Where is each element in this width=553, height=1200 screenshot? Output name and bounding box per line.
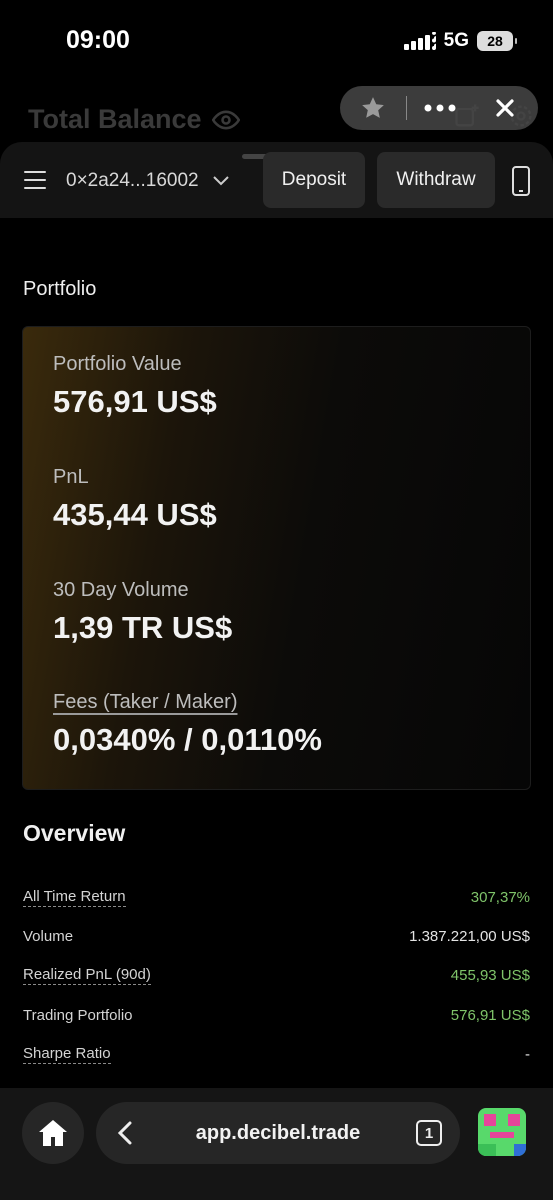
app-header: 0×2a24...16002 Deposit Withdraw <box>0 142 553 218</box>
wallet-address: 0×2a24...16002 <box>66 170 199 191</box>
stat-label: PnL <box>53 466 89 488</box>
home-button[interactable] <box>22 1102 84 1164</box>
overview-row-sharpe-ratio: Sharpe Ratio - <box>23 1041 530 1067</box>
pnl-stat: PnL 435,44 US$ <box>53 466 217 533</box>
stat-value: 435,44 US$ <box>53 497 217 532</box>
portfolio-value-stat: Portfolio Value 576,91 US$ <box>53 353 217 420</box>
mobile-device-icon[interactable] <box>510 166 532 196</box>
overview-row-volume: Volume 1.387.221,00 US$ <box>23 923 530 949</box>
close-button[interactable] <box>472 86 538 130</box>
stat-label: 30 Day Volume <box>53 579 189 601</box>
row-label[interactable]: Sharpe Ratio <box>23 1045 111 1064</box>
deposit-button[interactable]: Deposit <box>263 152 365 208</box>
browser-bottom-bar: app.decibel.trade 1 <box>0 1088 553 1200</box>
url-text: app.decibel.trade <box>195 1121 361 1144</box>
row-value: 1.387.221,00 US$ <box>409 927 530 945</box>
status-bar: 09:00 5G 28 <box>0 0 553 84</box>
favorite-button[interactable] <box>340 86 406 130</box>
fees-tooltip-label[interactable]: Fees (Taker / Maker) <box>53 691 322 714</box>
address-bar[interactable]: app.decibel.trade 1 <box>96 1102 460 1164</box>
withdraw-button[interactable]: Withdraw <box>377 152 495 208</box>
overview-title: Overview <box>23 820 126 846</box>
status-time: 09:00 <box>66 26 130 54</box>
row-label[interactable]: All Time Return <box>23 888 126 907</box>
pixel-avatar-icon <box>478 1108 526 1156</box>
more-dots-icon <box>424 104 455 112</box>
chevron-down-icon <box>212 176 229 186</box>
home-icon <box>39 1120 67 1146</box>
row-value: 455,93 US$ <box>450 966 530 984</box>
background-total-balance: Total Balance <box>28 104 240 135</box>
cellular-signal-icon <box>403 32 436 50</box>
network-type: 5G <box>443 30 469 51</box>
stat-label: Portfolio Value <box>53 353 182 375</box>
row-label: Trading Portfolio <box>23 1006 133 1024</box>
hamburger-menu-icon[interactable] <box>24 166 52 194</box>
portfolio-card: Portfolio Value 576,91 US$ PnL 435,44 US… <box>22 326 531 790</box>
app-avatar[interactable] <box>478 1108 526 1156</box>
star-icon <box>361 97 384 118</box>
row-label[interactable]: Realized PnL (90d) <box>23 966 151 985</box>
overview-row-trading-portfolio: Trading Portfolio 576,91 US$ <box>23 1002 530 1028</box>
stat-value: 576,91 US$ <box>53 384 217 419</box>
status-indicators: 5G 28 <box>403 30 517 52</box>
overview-row-realized-pnl: Realized PnL (90d) 455,93 US$ <box>23 962 530 988</box>
overview-row-all-time-return: All Time Return 307,37% <box>23 884 530 910</box>
stat-value: 0,0340% / 0,0110% <box>53 722 322 757</box>
fees-stat: Fees (Taker / Maker) 0,0340% / 0,0110% <box>53 691 322 758</box>
more-options-button[interactable] <box>407 86 473 130</box>
volume-30d-stat: 30 Day Volume 1,39 TR US$ <box>53 579 232 646</box>
battery-icon: 28 <box>477 31 517 51</box>
tab-count-button[interactable]: 1 <box>416 1120 442 1146</box>
background-title: Total Balance <box>28 104 202 134</box>
row-value: - <box>525 1045 530 1063</box>
portfolio-section-title: Portfolio <box>23 278 97 300</box>
eye-icon <box>211 110 240 129</box>
mini-app-capsule <box>340 86 538 130</box>
wallet-selector[interactable]: 0×2a24...16002 <box>66 166 229 196</box>
row-value: 576,91 US$ <box>450 1006 530 1024</box>
row-label: Volume <box>23 927 74 945</box>
close-icon <box>496 99 514 117</box>
row-value: 307,37% <box>470 888 530 906</box>
stat-value: 1,39 TR US$ <box>53 610 233 645</box>
